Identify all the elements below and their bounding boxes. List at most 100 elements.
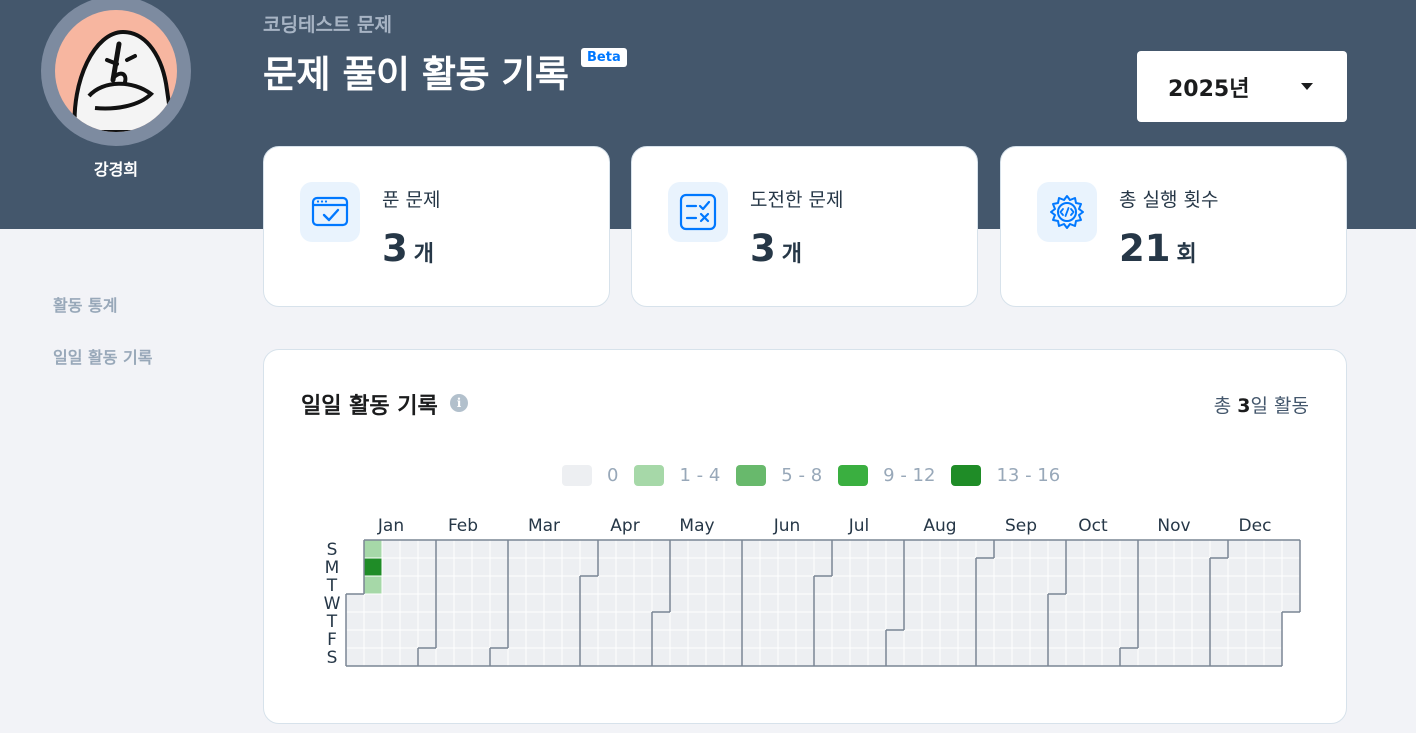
- heatmap-cell[interactable]: [705, 575, 725, 595]
- heatmap-cell[interactable]: [525, 557, 545, 577]
- heatmap-cell[interactable]: [615, 557, 635, 577]
- heatmap-cell[interactable]: [399, 593, 419, 613]
- heatmap-cell[interactable]: [1011, 575, 1031, 595]
- heatmap-cell[interactable]: [525, 647, 545, 667]
- heatmap-cell[interactable]: [453, 557, 473, 577]
- heatmap-cell[interactable]: [885, 593, 905, 613]
- heatmap-cell[interactable]: [1065, 557, 1085, 577]
- heatmap-cell[interactable]: [993, 629, 1013, 649]
- heatmap-cell[interactable]: [759, 575, 779, 595]
- heatmap-cell[interactable]: [651, 575, 671, 595]
- heatmap-cell[interactable]: [1173, 647, 1193, 667]
- heatmap-cell[interactable]: [1227, 539, 1247, 559]
- heatmap-cell[interactable]: [885, 557, 905, 577]
- heatmap-cell[interactable]: [1209, 593, 1229, 613]
- heatmap-cell[interactable]: [381, 575, 401, 595]
- sidebar-item-activity-stats[interactable]: 활동 통계: [53, 292, 152, 316]
- heatmap-cell[interactable]: [795, 611, 815, 631]
- heatmap-cell[interactable]: [1011, 611, 1031, 631]
- heatmap-cell[interactable]: [777, 539, 797, 559]
- heatmap-cell[interactable]: [633, 629, 653, 649]
- heatmap-cell[interactable]: [759, 557, 779, 577]
- heatmap-cell[interactable]: [867, 647, 887, 667]
- heatmap-cell[interactable]: [345, 593, 365, 613]
- heatmap-cell[interactable]: [921, 593, 941, 613]
- heatmap-cell[interactable]: [435, 629, 455, 649]
- heatmap-cell[interactable]: [1065, 611, 1085, 631]
- info-icon[interactable]: i: [450, 394, 468, 412]
- heatmap-cell[interactable]: [1155, 539, 1175, 559]
- heatmap-cell[interactable]: [759, 629, 779, 649]
- heatmap-cell[interactable]: [579, 539, 599, 559]
- heatmap-cell[interactable]: [1083, 539, 1103, 559]
- heatmap-cell[interactable]: [813, 539, 833, 559]
- heatmap-cell[interactable]: [471, 593, 491, 613]
- heatmap-cell[interactable]: [1101, 647, 1121, 667]
- heatmap-cell[interactable]: [831, 611, 851, 631]
- heatmap-cell[interactable]: [381, 611, 401, 631]
- heatmap-cell[interactable]: [597, 647, 617, 667]
- heatmap-cell[interactable]: [1029, 593, 1049, 613]
- heatmap-cell[interactable]: [1245, 593, 1265, 613]
- heatmap-cell[interactable]: [813, 647, 833, 667]
- heatmap-cell[interactable]: [399, 611, 419, 631]
- heatmap-cell[interactable]: [525, 575, 545, 595]
- heatmap-cell[interactable]: [1083, 629, 1103, 649]
- heatmap-cell[interactable]: [1029, 647, 1049, 667]
- heatmap-cell[interactable]: [741, 539, 761, 559]
- heatmap-cell[interactable]: [399, 557, 419, 577]
- heatmap-cell[interactable]: [381, 629, 401, 649]
- heatmap-cell[interactable]: [705, 611, 725, 631]
- heatmap-cell[interactable]: [795, 557, 815, 577]
- heatmap-cell[interactable]: [669, 575, 689, 595]
- heatmap-cell[interactable]: [579, 557, 599, 577]
- heatmap-cell[interactable]: [777, 647, 797, 667]
- heatmap-cell[interactable]: [417, 575, 437, 595]
- heatmap-cell[interactable]: [633, 593, 653, 613]
- heatmap-cell[interactable]: [831, 557, 851, 577]
- heatmap-cell[interactable]: [723, 647, 743, 667]
- heatmap-cell[interactable]: [1083, 611, 1103, 631]
- heatmap-cell[interactable]: [1191, 611, 1211, 631]
- heatmap-cell[interactable]: [741, 647, 761, 667]
- heatmap-cell[interactable]: [885, 629, 905, 649]
- heatmap-cell[interactable]: [615, 575, 635, 595]
- heatmap-cell[interactable]: [921, 629, 941, 649]
- heatmap-cell[interactable]: [651, 647, 671, 667]
- heatmap-cell[interactable]: [381, 593, 401, 613]
- heatmap-cell[interactable]: [1029, 557, 1049, 577]
- heatmap-cell[interactable]: [1065, 629, 1085, 649]
- heatmap-cell[interactable]: [687, 611, 707, 631]
- heatmap-cell[interactable]: [723, 593, 743, 613]
- heatmap-cell[interactable]: [795, 575, 815, 595]
- heatmap-cell[interactable]: [1245, 557, 1265, 577]
- heatmap-cell[interactable]: [507, 593, 527, 613]
- heatmap-cell[interactable]: [417, 647, 437, 667]
- heatmap-cell[interactable]: [1227, 557, 1247, 577]
- heatmap-cell[interactable]: [723, 539, 743, 559]
- heatmap-cell[interactable]: [1137, 647, 1157, 667]
- heatmap-cell[interactable]: [363, 575, 383, 595]
- heatmap-cell[interactable]: [561, 593, 581, 613]
- heatmap-cell[interactable]: [921, 647, 941, 667]
- heatmap-cell[interactable]: [795, 647, 815, 667]
- heatmap-cell[interactable]: [885, 575, 905, 595]
- heatmap-cell[interactable]: [543, 557, 563, 577]
- heatmap-cell[interactable]: [507, 557, 527, 577]
- heatmap-cell[interactable]: [1137, 611, 1157, 631]
- heatmap-cell[interactable]: [1173, 575, 1193, 595]
- heatmap-cell[interactable]: [759, 647, 779, 667]
- heatmap-cell[interactable]: [885, 539, 905, 559]
- heatmap-cell[interactable]: [543, 539, 563, 559]
- heatmap-cell[interactable]: [489, 629, 509, 649]
- heatmap-cell[interactable]: [525, 539, 545, 559]
- heatmap-cell[interactable]: [1029, 611, 1049, 631]
- heatmap-cell[interactable]: [489, 647, 509, 667]
- heatmap-cell[interactable]: [975, 611, 995, 631]
- heatmap-cell[interactable]: [1209, 557, 1229, 577]
- heatmap-cell[interactable]: [597, 629, 617, 649]
- heatmap-cell[interactable]: [651, 611, 671, 631]
- heatmap-cell[interactable]: [1047, 647, 1067, 667]
- heatmap-cell[interactable]: [1263, 575, 1283, 595]
- heatmap-cell[interactable]: [579, 593, 599, 613]
